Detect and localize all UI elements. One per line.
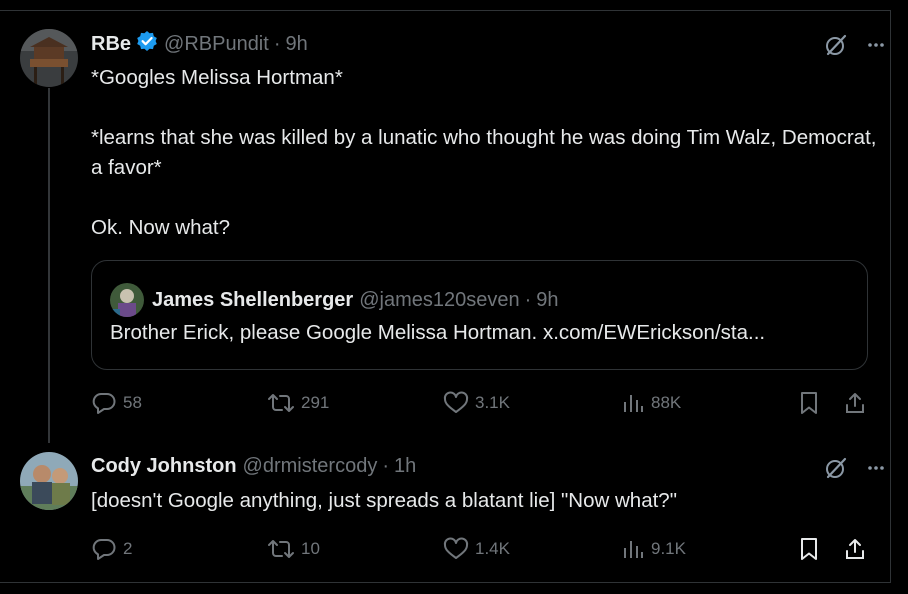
tweet-text: *Googles Melissa Hortman* *learns that s…: [91, 63, 881, 243]
tweet-text: [doesn't Google anything, just spreads a…: [91, 486, 881, 516]
thread-connector-line: [48, 88, 50, 443]
more-icon[interactable]: [866, 35, 886, 60]
quoted-timestamp[interactable]: 9h: [536, 289, 558, 312]
tweet-top-actions: [824, 33, 886, 62]
handle[interactable]: @drmistercody: [243, 455, 378, 478]
timestamp[interactable]: 9h: [285, 33, 307, 56]
views-icon: [624, 395, 643, 412]
share-icon: [846, 539, 864, 559]
separator: ·: [524, 288, 532, 311]
views-count: 9.1K: [651, 539, 686, 558]
separator: ·: [382, 455, 389, 477]
quoted-tweet[interactable]: James Shellenberger @james120seven · 9h …: [91, 260, 868, 370]
avatar-james120seven[interactable]: [110, 283, 144, 317]
views-count: 88K: [651, 393, 682, 412]
share-icon: [846, 393, 864, 413]
like-button[interactable]: 1.4K: [443, 537, 510, 561]
separator: ·: [273, 32, 281, 55]
grok-icon[interactable]: [824, 33, 848, 62]
verified-badge-icon: [136, 30, 158, 58]
display-name[interactable]: Cody Johnston: [91, 455, 237, 478]
tweet-header: RBe @RBPundit · 9h: [91, 30, 308, 58]
quoted-tweet-header: James Shellenberger @james120seven · 9h: [110, 283, 559, 317]
quoted-display-name[interactable]: James Shellenberger: [152, 289, 353, 312]
quoted-tweet-text: Brother Erick, please Google Melissa Hor…: [110, 321, 766, 344]
reply-count: 58: [123, 393, 142, 412]
reply-button[interactable]: 58: [91, 391, 142, 415]
bookmark-button[interactable]: [798, 537, 820, 561]
reply-button[interactable]: 2: [91, 537, 132, 561]
like-count: 1.4K: [475, 539, 510, 558]
repost-count: 10: [301, 539, 320, 558]
tweet-header: Cody Johnston @drmistercody · 1h: [91, 455, 416, 478]
handle[interactable]: @RBPundit: [164, 33, 269, 56]
repost-count: 291: [301, 393, 330, 412]
reply-count: 2: [123, 539, 133, 558]
timestamp[interactable]: 1h: [394, 455, 416, 478]
display-name[interactable]: RBe: [91, 33, 131, 56]
repost-icon: [268, 540, 294, 558]
grok-icon[interactable]: [824, 456, 848, 485]
tweet-paragraph: Ok. Now what?: [91, 216, 230, 239]
tweet-paragraph: [doesn't Google anything, just spreads a…: [91, 489, 677, 512]
views-button[interactable]: 9.1K: [621, 537, 686, 561]
bookmark-button[interactable]: [798, 391, 820, 415]
share-button[interactable]: [843, 537, 867, 561]
tweet-paragraph: *Googles Melissa Hortman*: [91, 66, 343, 89]
tweet-action-bar: 58 291 3.1K 88K: [91, 391, 871, 417]
repost-icon: [268, 394, 294, 412]
like-icon: [443, 391, 469, 413]
views-icon: [624, 541, 643, 558]
like-count: 3.1K: [475, 393, 510, 412]
like-icon: [443, 537, 469, 559]
tweet-paragraph: *learns that she was killed by a lunatic…: [91, 126, 877, 179]
share-button[interactable]: [843, 391, 867, 415]
more-icon[interactable]: [866, 458, 886, 483]
quoted-handle[interactable]: @james120seven: [359, 289, 519, 312]
tweet-top-actions: [824, 456, 886, 485]
avatar-rbpundit[interactable]: [20, 29, 78, 87]
bookmark-icon: [801, 392, 817, 414]
repost-button[interactable]: 10: [267, 537, 320, 561]
bookmark-icon: [801, 538, 817, 560]
reply-icon: [92, 393, 116, 414]
reply-icon: [92, 539, 116, 560]
avatar-drmistercody[interactable]: [20, 452, 78, 510]
repost-button[interactable]: 291: [267, 391, 329, 415]
like-button[interactable]: 3.1K: [443, 391, 510, 415]
views-button[interactable]: 88K: [621, 391, 681, 415]
tweet-action-bar: 2 10 1.4K 9.1K: [91, 537, 871, 563]
